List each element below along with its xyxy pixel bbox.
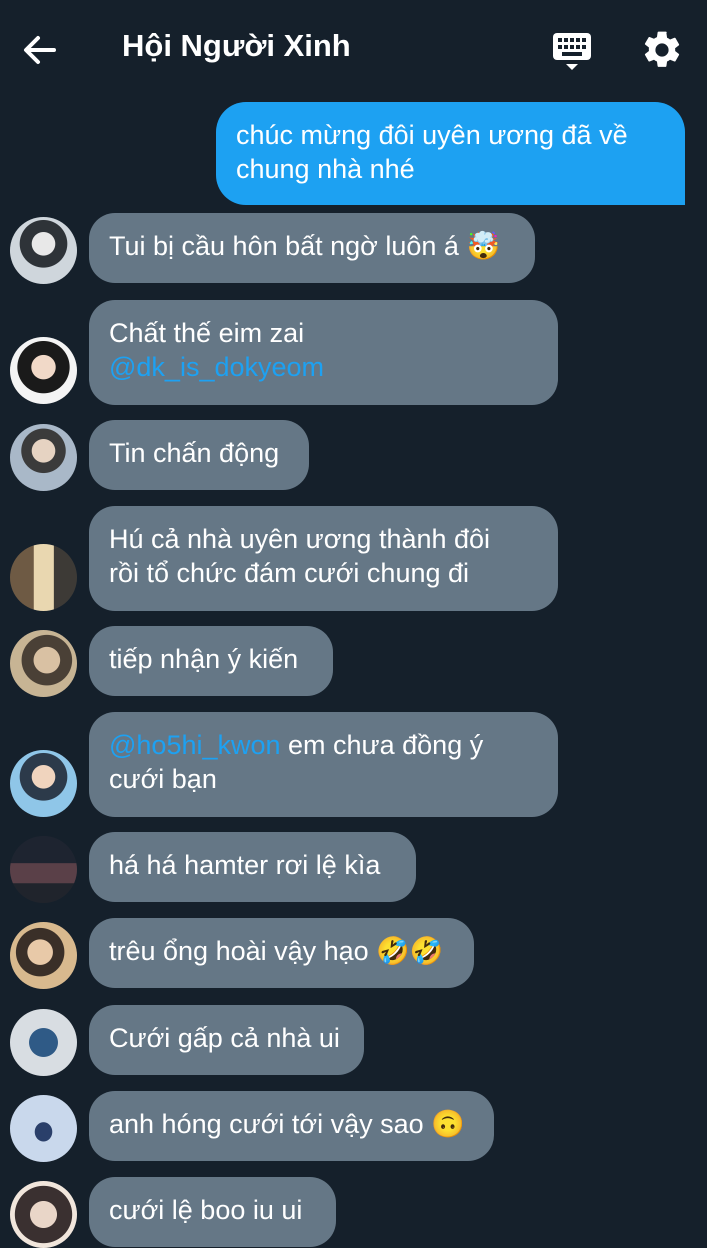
avatar[interactable] — [10, 544, 77, 611]
message-line: cưới bạn — [109, 764, 217, 794]
incoming-message[interactable]: Chất thế eim zai @dk_is_dokyeom — [89, 300, 558, 405]
avatar[interactable] — [10, 836, 77, 903]
message-text: Tui bị cầu hôn bất ngờ luôn á — [109, 231, 459, 261]
message-text: em chưa đồng ý — [280, 730, 484, 760]
message-line: chung nhà nhé — [236, 154, 415, 184]
avatar[interactable] — [10, 424, 77, 491]
message-text: Cưới gấp cả nhà ui — [109, 1023, 340, 1053]
message-text: anh hóng cưới tới vậy sao — [109, 1109, 424, 1139]
upside-down-face-emoji: 🙃 — [431, 1109, 465, 1139]
settings-button[interactable] — [640, 28, 684, 72]
incoming-message[interactable]: Tui bị cầu hôn bất ngờ luôn á 🤯 — [89, 213, 535, 283]
chat-title: Hội Người Xinh — [122, 28, 351, 63]
incoming-message[interactable]: Tin chấn động — [89, 420, 309, 490]
incoming-message[interactable]: há há hamter rơi lệ kìa — [89, 832, 416, 902]
incoming-message[interactable]: tiếp nhận ý kiến — [89, 626, 333, 696]
gear-icon — [644, 31, 680, 67]
message-text: trêu ổng hoài vậy hạo — [109, 936, 369, 966]
message-text: há há hamter rơi lệ kìa — [109, 850, 381, 880]
keyboard-icon — [553, 33, 591, 70]
avatar[interactable] — [10, 1009, 77, 1076]
message-text: Tin chấn động — [109, 438, 280, 468]
message-line: Hú cả nhà uyên ương thành đôi — [109, 524, 491, 554]
rolling-laughing-emoji: 🤣🤣 — [376, 936, 444, 966]
user-mention[interactable]: @dk_is_dokyeom — [109, 350, 538, 384]
incoming-message[interactable]: Cưới gấp cả nhà ui — [89, 1005, 364, 1075]
keyboard-button[interactable] — [550, 30, 594, 74]
incoming-message[interactable]: trêu ổng hoài vậy hạo 🤣🤣 — [89, 918, 474, 988]
avatar[interactable] — [10, 922, 77, 989]
message-text: cưới lệ boo iu ui — [109, 1195, 303, 1225]
avatar[interactable] — [10, 337, 77, 404]
incoming-message[interactable]: cưới lệ boo iu ui — [89, 1177, 336, 1247]
avatar[interactable] — [10, 630, 77, 697]
message-line: Chất thế eim zai — [109, 318, 305, 348]
exploding-head-emoji: 🤯 — [466, 231, 501, 261]
incoming-message[interactable]: @ho5hi_kwon em chưa đồng ý cưới bạn — [89, 712, 558, 817]
avatar[interactable] — [10, 1181, 77, 1248]
avatar[interactable] — [10, 1095, 77, 1162]
outgoing-message[interactable]: chúc mừng đôi uyên ương đã về chung nhà … — [216, 102, 685, 205]
message-line: rồi tổ chức đám cưới chung đi — [109, 558, 470, 588]
message-text: tiếp nhận ý kiến — [109, 644, 299, 674]
incoming-message[interactable]: anh hóng cưới tới vậy sao 🙃 — [89, 1091, 494, 1161]
message-line: chúc mừng đôi uyên ương đã về — [236, 120, 628, 150]
avatar[interactable] — [10, 217, 77, 284]
arrow-left-icon — [24, 36, 56, 64]
user-mention[interactable]: @ho5hi_kwon — [109, 730, 281, 760]
chat-header: Hội Người Xinh — [0, 0, 707, 98]
avatar[interactable] — [10, 750, 77, 817]
incoming-message[interactable]: Hú cả nhà uyên ương thành đôi rồi tổ chứ… — [89, 506, 558, 611]
back-button[interactable] — [20, 30, 60, 70]
